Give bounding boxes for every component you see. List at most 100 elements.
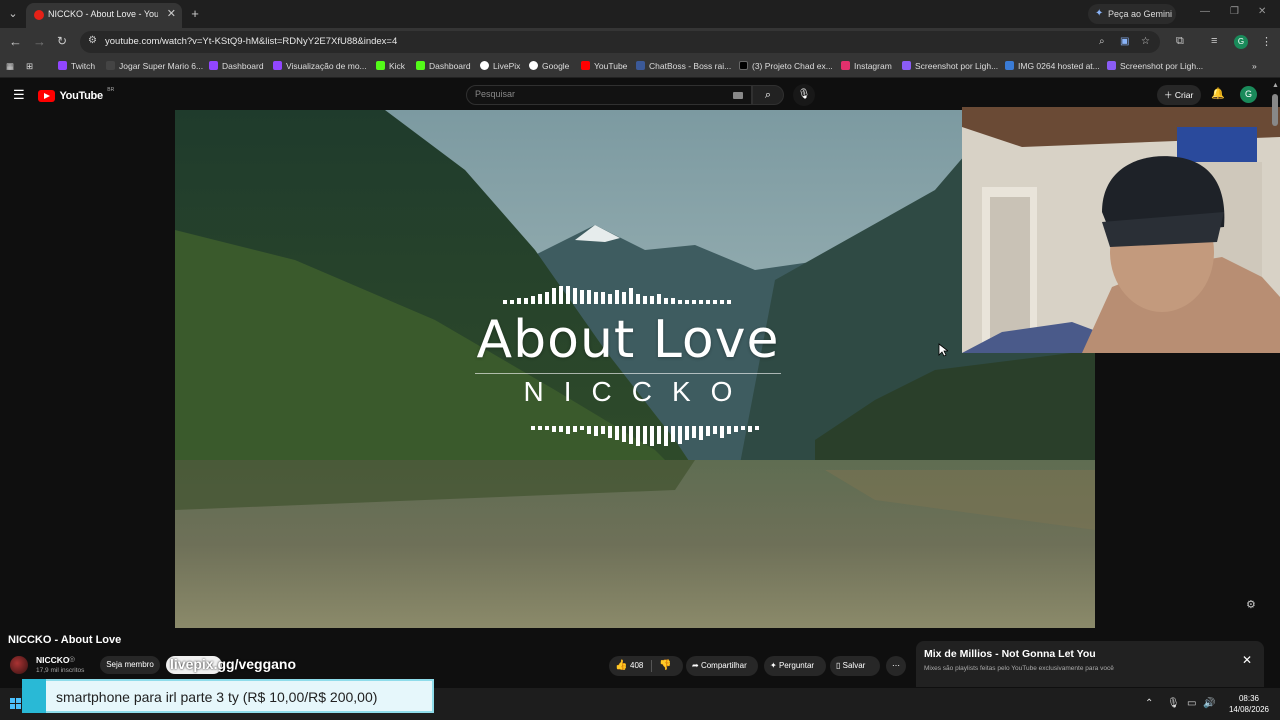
voice-search-button[interactable]: 🎙 <box>793 84 815 106</box>
microphone-icon: 🎙 <box>797 89 811 100</box>
bookmark-visualizacao[interactable]: Visualização de mo... <box>273 61 367 71</box>
like-count[interactable]: 408 <box>630 656 643 676</box>
bookmark-kick[interactable]: Kick <box>376 61 405 71</box>
close-mix-icon[interactable]: ✕ <box>1242 653 1252 667</box>
browser-tab-active[interactable]: NICCKO - About Love - YouTube ✕ <box>26 3 182 28</box>
bookmark-star-icon[interactable]: ☆ <box>1141 36 1150 47</box>
bookmark-chatboss[interactable]: ChatBoss - Boss rai... <box>636 61 731 71</box>
save-button[interactable]: ▯ Salvar <box>830 656 880 676</box>
apps-icon[interactable]: ▦ <box>6 61 14 72</box>
browser-tab-bar: ⌄ NICCKO - About Love - YouTube ✕ + ✦ Pe… <box>0 0 1280 28</box>
forward-arrow-icon[interactable]: → <box>33 34 46 49</box>
media-control-icon[interactable]: ≡ <box>1211 35 1217 47</box>
more-bookmarks-icon[interactable]: » <box>1252 61 1257 71</box>
site-info-icon[interactable]: ⚙ <box>88 35 97 46</box>
menu-kebab-icon[interactable]: ⋮ <box>1261 35 1272 48</box>
bookmark-youtube[interactable]: YouTube <box>581 61 627 71</box>
channel-name[interactable]: NICCKO <box>36 655 70 665</box>
join-member-button[interactable]: Seja membro <box>100 656 160 674</box>
new-tab-button[interactable]: + <box>186 5 204 23</box>
create-button[interactable]: ＋ Criar <box>1157 85 1201 105</box>
grid-icon[interactable]: ⊞ <box>26 61 33 72</box>
share-label: Compartilhar <box>700 661 747 670</box>
network-icon[interactable]: ▭ <box>1187 698 1196 709</box>
player-settings-icon[interactable]: ⚙ <box>1246 598 1256 611</box>
bookmark-img-hosted[interactable]: IMG 0264 hosted at... <box>1005 61 1100 71</box>
account-avatar[interactable]: G <box>1240 86 1257 103</box>
search-input[interactable] <box>475 89 715 99</box>
channel-avatar[interactable] <box>10 656 28 674</box>
gemini-button[interactable]: ✦ Peça ao Gemini <box>1088 4 1176 24</box>
bookmark-dashboard-twitch[interactable]: Dashboard <box>209 61 264 71</box>
audio-visualizer-top <box>503 286 731 304</box>
mouse-cursor-icon <box>938 343 948 357</box>
search-box <box>466 85 752 105</box>
bookmark-twitch[interactable]: Twitch <box>58 61 95 71</box>
browser-toolbar: ← → ↻ ⚙ youtube.com/watch?v=Yt-KStQ9-hM&… <box>0 28 1280 56</box>
browser-profile-avatar[interactable]: G <box>1234 35 1248 49</box>
bookmark-dashboard-kick[interactable]: Dashboard <box>416 61 471 71</box>
hamburger-menu-icon[interactable]: ☰ <box>13 87 25 103</box>
bookmark-screenshot-2[interactable]: Screenshot por Ligh... <box>1107 61 1203 71</box>
youtube-icon <box>581 61 590 70</box>
scrollbar-thumb[interactable] <box>1272 94 1278 126</box>
volume-icon[interactable]: 🔊 <box>1203 698 1215 709</box>
search-button[interactable]: ⌕ <box>752 85 784 105</box>
bookmark-google[interactable]: Google <box>529 61 569 71</box>
lightshot-icon <box>1107 61 1116 70</box>
share-arrow-icon: ➦ <box>692 661 701 670</box>
kick-icon <box>416 61 425 70</box>
scroll-up-arrow-icon[interactable]: ▲ <box>1272 82 1279 89</box>
save-label: Salvar <box>842 661 866 670</box>
bookmark-x-projeto-chad[interactable]: (3) Projeto Chad ex... <box>739 61 833 71</box>
bookmark-livepix[interactable]: LivePix <box>480 61 520 71</box>
twitch-icon <box>273 61 282 70</box>
tab-close-icon[interactable]: ✕ <box>167 7 176 20</box>
bookmarks-bar: ▦ ⊞ Twitch Jogar Super Mario 6... Dashbo… <box>0 56 1280 78</box>
subscriber-count: 17,9 mil inscritos <box>36 667 85 674</box>
zoom-icon[interactable]: ⌕ <box>1099 36 1105 47</box>
extensions-icon[interactable]: ⧉ <box>1176 35 1184 48</box>
minimize-window-icon[interactable]: — <box>1200 6 1210 17</box>
youtube-logo[interactable]: YouTube BR <box>38 87 115 102</box>
windows-start-icon[interactable] <box>10 698 22 710</box>
image-host-icon <box>1005 61 1014 70</box>
more-actions-icon[interactable]: ⋯ <box>886 656 906 676</box>
like-divider <box>651 660 652 672</box>
page-scrollbar[interactable]: ▲ <box>1270 82 1280 632</box>
gemini-spark-icon: ✦ <box>1095 8 1104 19</box>
bookmark-screenshot-1[interactable]: Screenshot por Ligh... <box>902 61 998 71</box>
tray-overflow-chevron-icon[interactable]: ⌃ <box>1145 698 1153 709</box>
ask-button[interactable]: ✦ Perguntar <box>764 656 826 676</box>
clock-time: 08:36 <box>1238 694 1260 703</box>
back-arrow-icon[interactable]: ← <box>9 34 22 49</box>
reload-icon[interactable]: ↻ <box>57 34 67 48</box>
instagram-icon <box>841 61 850 70</box>
maximize-window-icon[interactable]: ❐ <box>1230 6 1239 17</box>
like-thumb-up-icon[interactable]: 👍 <box>615 656 627 676</box>
youtube-play-icon <box>38 89 55 102</box>
video-overlay-artist: NICCKO <box>523 376 753 407</box>
taskbar-clock[interactable]: 08:36 14/08/2026 <box>1226 693 1272 715</box>
mix-playlist-card[interactable]: Mix de Millios - Not Gonna Let You Mixes… <box>916 641 1264 687</box>
notifications-bell-icon[interactable]: 🔔 <box>1211 87 1225 100</box>
video-overlay-title: About Love <box>476 310 780 370</box>
donation-goal-overlay: smartphone para irl parte 3 ty (R$ 10,00… <box>22 679 434 713</box>
dislike-thumb-down-icon[interactable]: 👎 <box>659 656 671 676</box>
tab-search-chevron-icon[interactable]: ⌄ <box>4 5 22 23</box>
country-code: BR <box>107 87 115 93</box>
video-player[interactable]: About Love NICCKO <box>175 110 1095 628</box>
microphone-tray-icon[interactable]: 🎙 <box>1167 698 1180 709</box>
tab-title: NICCKO - About Love - YouTube <box>48 9 158 19</box>
close-window-icon[interactable]: ✕ <box>1258 6 1266 17</box>
share-button[interactable]: ➦ Compartilhar <box>686 656 758 676</box>
address-bar[interactable]: ⚙ youtube.com/watch?v=Yt-KStQ9-hM&list=R… <box>80 31 1160 53</box>
x-icon <box>739 61 748 70</box>
keyboard-icon[interactable] <box>733 92 743 99</box>
bookmark-mario[interactable]: Jogar Super Mario 6... <box>106 61 203 71</box>
plus-icon: ＋ <box>1164 90 1175 100</box>
bookmark-instagram[interactable]: Instagram <box>841 61 892 71</box>
google-icon <box>529 61 538 70</box>
cast-icon[interactable]: ▣ <box>1120 36 1129 47</box>
ask-label: Perguntar <box>778 661 815 670</box>
